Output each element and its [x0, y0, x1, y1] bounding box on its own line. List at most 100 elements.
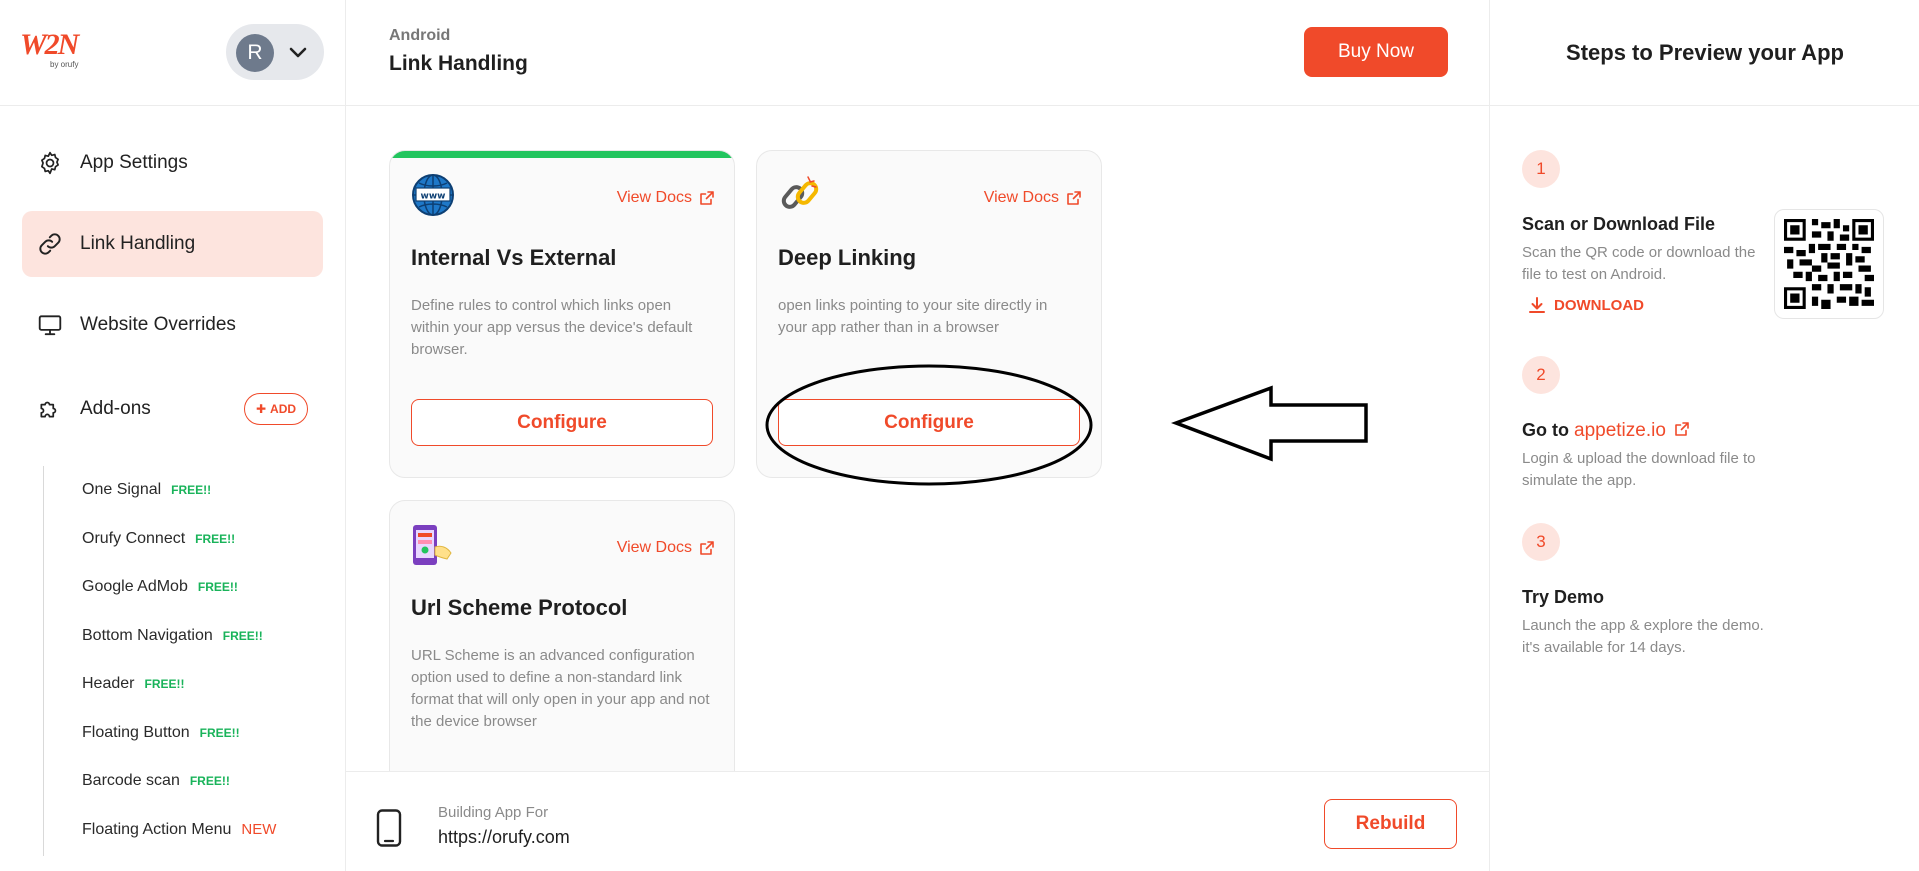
annotation-arrow — [1171, 385, 1368, 462]
addon-item-floating-action-menu[interactable]: Floating Action Menu NEW — [82, 821, 276, 839]
addon-label: Header — [82, 675, 135, 692]
addon-item-bottom-navigation[interactable]: Bottom Navigation FREE!! — [82, 627, 263, 645]
view-docs-label: View Docs — [616, 539, 692, 556]
addon-tree-line — [43, 466, 44, 856]
phone-app-icon — [413, 525, 452, 565]
addon-label: Google AdMob — [82, 578, 188, 595]
preview-title: Steps to Preview your App — [1490, 0, 1919, 106]
page-title: Link Handling — [389, 52, 528, 75]
step-number: 3 — [1522, 523, 1560, 561]
step-title: Try Demo — [1522, 587, 1605, 607]
addon-label: Bottom Navigation — [82, 627, 213, 644]
chain-link-icon — [781, 176, 819, 209]
sidebar-item-label: Add-ons — [80, 398, 151, 419]
avatar: R — [236, 34, 274, 72]
sidebar-item-label: Link Handling — [80, 233, 196, 254]
step-description: Login & upload the download file to simu… — [1522, 450, 1756, 489]
addon-label: One Signal — [82, 481, 162, 498]
external-link-icon — [700, 541, 714, 555]
sidebar-header: W2N by orufy R — [0, 0, 345, 106]
addon-label: Barcode scan — [82, 772, 180, 789]
logo-text: W2N — [20, 28, 79, 61]
configure-internal-external-button[interactable]: Configure — [411, 399, 713, 446]
configure-deep-linking-button[interactable]: Configure — [778, 399, 1080, 446]
preview-panel: Steps to Preview your App 1 Scan or Down… — [1489, 0, 1919, 871]
download-link[interactable]: DOWNLOAD — [1528, 296, 1644, 314]
addon-label: Floating Action Menu — [82, 821, 232, 838]
sidebar-item-label: Website Overrides — [80, 314, 236, 335]
card-url-scheme-protocol: View Docs Url Scheme Protocol URL Scheme… — [389, 500, 735, 800]
new-badge: NEW — [241, 821, 277, 838]
add-addon-button[interactable]: ✚ ADD — [244, 393, 308, 425]
sidebar-item-website-overrides[interactable]: Website Overrides — [22, 292, 323, 358]
free-badge: FREE!! — [199, 726, 240, 740]
card-title: Deep Linking — [778, 245, 917, 270]
card-description: Define rules to control which links open… — [411, 297, 693, 358]
free-badge: FREE!! — [189, 774, 230, 788]
sidebar: W2N by orufy R App Settings Link Handlin… — [0, 0, 346, 871]
appetize-link[interactable]: appetize.io — [1574, 420, 1666, 441]
phone-icon — [376, 809, 402, 847]
free-badge: FREE!! — [222, 629, 263, 643]
qr-code-image — [1784, 219, 1874, 309]
qr-code[interactable] — [1774, 209, 1884, 319]
view-docs-label: View Docs — [983, 189, 1059, 206]
monitor-icon — [36, 311, 64, 339]
building-app-label: Building App For — [438, 804, 549, 821]
link-icon — [36, 230, 64, 258]
sidebar-item-label: App Settings — [80, 152, 188, 173]
addon-label: Floating Button — [82, 724, 190, 741]
app-logo[interactable]: W2N by orufy — [20, 30, 88, 72]
gear-icon — [36, 149, 64, 177]
buy-now-button[interactable]: Buy Now — [1304, 27, 1448, 77]
addon-item-orufy-connect[interactable]: Orufy Connect FREE!! — [82, 530, 235, 548]
download-icon — [1529, 297, 1545, 313]
step-description: Scan the QR code or download the file to… — [1522, 244, 1756, 283]
add-label: ADD — [270, 402, 297, 416]
card-accent-bar — [390, 151, 734, 158]
free-badge: FREE!! — [195, 532, 236, 546]
build-footer: Building App For https://orufy.com Rebui… — [346, 771, 1489, 871]
step-title: Scan or Download File — [1522, 214, 1716, 234]
card-deep-linking: View Docs Deep Linking open links pointi… — [756, 150, 1102, 478]
download-label: DOWNLOAD — [1554, 296, 1644, 314]
step-number: 2 — [1522, 356, 1560, 394]
addon-item-google-admob[interactable]: Google AdMob FREE!! — [82, 578, 238, 596]
addon-item-one-signal[interactable]: One Signal FREE!! — [82, 481, 211, 499]
platform-label: Android — [389, 27, 451, 44]
free-badge: FREE!! — [197, 580, 238, 594]
step-description: Launch the app & explore the demo. it's … — [1522, 617, 1764, 656]
logo-subtext: by orufy — [50, 60, 79, 69]
addon-item-floating-button[interactable]: Floating Button FREE!! — [82, 724, 240, 742]
step-number: 1 — [1522, 150, 1560, 188]
card-title: Internal Vs External — [411, 245, 617, 270]
view-docs-link[interactable]: View Docs — [984, 189, 1081, 207]
addon-label: Orufy Connect — [82, 530, 186, 547]
card-internal-vs-external: www View Docs Internal Vs External Defin… — [389, 150, 735, 478]
globe-www-icon: www — [412, 174, 454, 216]
external-link-icon — [1675, 422, 1689, 436]
sidebar-item-app-settings[interactable]: App Settings — [22, 130, 323, 196]
addon-item-barcode-scan[interactable]: Barcode scan FREE!! — [82, 772, 230, 790]
user-menu-button[interactable]: R — [226, 24, 324, 80]
card-description: URL Scheme is an advanced configuration … — [411, 647, 710, 730]
plus-icon: ✚ — [255, 402, 267, 416]
rebuild-button[interactable]: Rebuild — [1324, 799, 1457, 849]
puzzle-icon — [36, 395, 64, 423]
addon-item-header[interactable]: Header FREE!! — [82, 675, 184, 693]
view-docs-label: View Docs — [616, 189, 692, 206]
external-link-icon — [1067, 191, 1081, 205]
card-title: Url Scheme Protocol — [411, 595, 628, 620]
view-docs-link[interactable]: View Docs — [617, 189, 714, 207]
svg-text:www: www — [421, 192, 446, 202]
card-description: open links pointing to your site directl… — [778, 297, 1048, 336]
free-badge: FREE!! — [144, 677, 185, 691]
sidebar-item-link-handling[interactable]: Link Handling — [22, 211, 323, 277]
top-header: Android Link Handling Buy Now — [346, 0, 1489, 106]
free-badge: FREE!! — [171, 483, 212, 497]
step-title: Go to appetize.io — [1522, 420, 1689, 442]
chevron-down-icon — [289, 47, 307, 58]
step-title-prefix: Go to — [1522, 420, 1569, 440]
external-link-icon — [700, 191, 714, 205]
view-docs-link[interactable]: View Docs — [617, 539, 714, 557]
